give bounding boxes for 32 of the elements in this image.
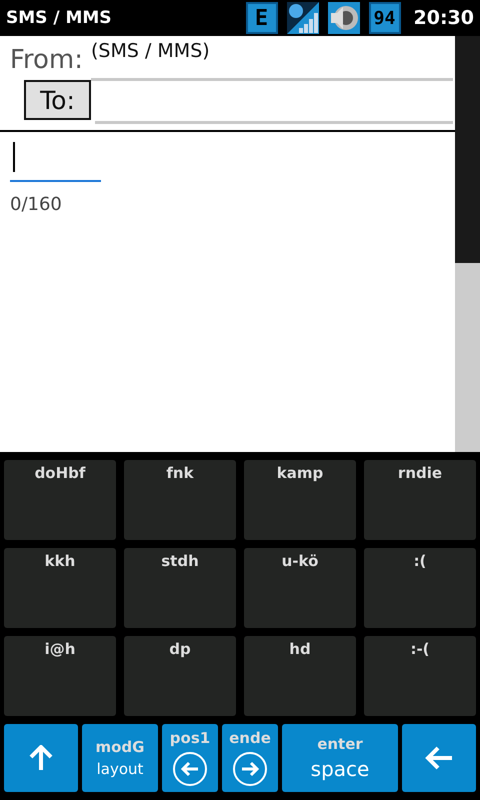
from-field[interactable]: (SMS / MMS) [91, 40, 453, 81]
phrase-key[interactable]: doHbf [4, 460, 116, 540]
phrase-key[interactable]: stdh [124, 548, 236, 628]
phrase-key[interactable]: rndie [364, 460, 476, 540]
from-label: From: [8, 44, 84, 77]
phrase-key[interactable]: u-kö [244, 548, 356, 628]
phrase-key[interactable]: :-( [364, 636, 476, 716]
phrase-key[interactable]: i@h [4, 636, 116, 716]
speaker-icon [328, 2, 360, 34]
phrase-key[interactable]: :( [364, 548, 476, 628]
phrase-key[interactable]: fnk [124, 460, 236, 540]
phrase-key[interactable]: kkh [4, 548, 116, 628]
up-arrow-icon [29, 745, 53, 771]
character-counter: 0/160 [10, 194, 63, 215]
network-indicator: E [246, 2, 278, 34]
phrase-key[interactable]: dp [124, 636, 236, 716]
message-field[interactable] [10, 140, 101, 182]
keyboard-key[interactable]: enter space [282, 724, 398, 792]
phrase-key[interactable]: hd [244, 636, 356, 716]
keyboard-key[interactable] [402, 724, 476, 792]
to-button[interactable]: To: [24, 80, 91, 120]
signal-icon [286, 2, 319, 34]
text-cursor [13, 142, 15, 172]
clock: 20:30 [414, 7, 474, 29]
keyboard-key[interactable] [4, 724, 78, 792]
phrase-key[interactable]: kamp [244, 460, 356, 540]
left-arrow-icon [425, 746, 453, 770]
app-title: SMS / MMS [6, 8, 112, 28]
scrollbar[interactable] [455, 36, 480, 452]
keyboard-key[interactable]: modG layout [82, 724, 158, 792]
scrollbar-thumb[interactable] [455, 36, 480, 263]
battery-indicator: 94 [368, 2, 401, 34]
